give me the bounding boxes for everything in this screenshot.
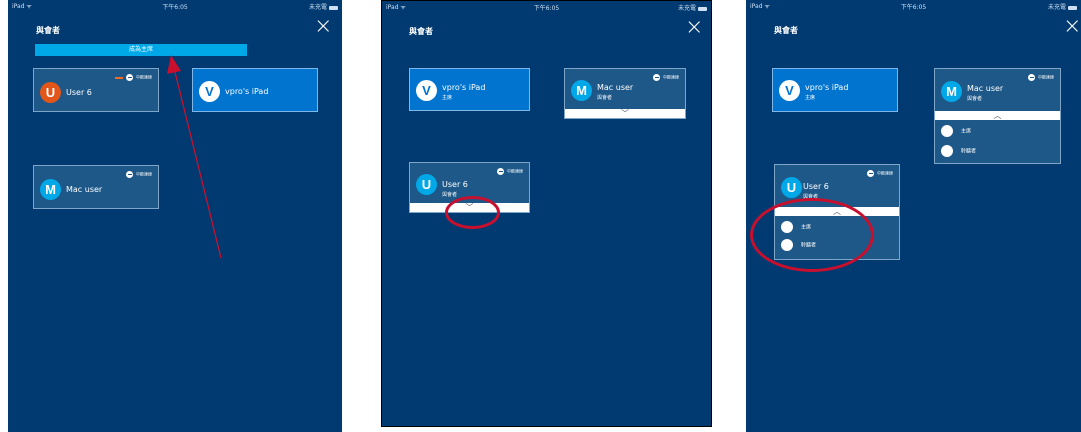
role-option-label: 聆聽者: [961, 148, 977, 155]
participant-card-mac-user[interactable]: 中斷連線 M Mac user 與會者 ﹀: [564, 68, 686, 119]
status-bar: iPad ᯤ 下午6:05 未充電: [386, 3, 707, 12]
dialog-title: 與會者: [774, 26, 798, 35]
status-bar: iPad ᯤ 下午6:05 未充電: [750, 2, 1077, 11]
participant-card-vpro-ipad[interactable]: V vpro's iPad 主席: [409, 68, 530, 111]
avatar: V: [416, 80, 437, 101]
participant-card-mac-user[interactable]: 中斷連線 M Mac user 與會者 ︿ 主席 聆聽者: [934, 68, 1061, 164]
status-battery: 未充電: [678, 3, 707, 12]
battery-icon: [698, 6, 707, 11]
annotation-arrow-head: [167, 55, 181, 74]
participant-role: 主席: [442, 95, 453, 101]
minus-circle-icon: [1028, 74, 1035, 81]
participant-role: 主席: [805, 95, 816, 101]
stop-sharing-button[interactable]: 中斷連線: [1028, 74, 1054, 81]
stop-sharing-label: 中斷連線: [507, 168, 523, 174]
panel-1: iPad ᯤ 下午6:05 未充電 與會者 × 成為主席 中斷連線 U User…: [8, 0, 342, 432]
participant-card-vpro-ipad[interactable]: V vpro's iPad 主席: [772, 68, 898, 112]
dialog-title: 與會者: [409, 27, 433, 36]
collapse-chevron-up-icon[interactable]: ︿: [935, 111, 1060, 120]
avatar: V: [779, 80, 800, 101]
minus-circle-icon: [867, 170, 874, 177]
battery-icon: [1068, 5, 1077, 10]
radio-button[interactable]: [941, 125, 953, 137]
avatar: M: [571, 80, 592, 101]
participant-name: Mac user: [597, 83, 634, 92]
status-carrier: iPad ᯤ: [750, 3, 770, 10]
annotation-circle: [750, 198, 874, 272]
participant-name: vpro's iPad: [805, 83, 849, 92]
status-time: 下午6:05: [533, 5, 560, 12]
minus-circle-icon: [497, 168, 504, 175]
close-icon[interactable]: ×: [1063, 16, 1081, 38]
radio-button[interactable]: [941, 145, 953, 157]
role-option-label: 主席: [961, 128, 972, 135]
avatar: U: [416, 174, 437, 195]
stop-sharing-label: 中斷連線: [663, 74, 679, 80]
annotation-arrow-line: [174, 71, 222, 259]
battery-label: 未充電: [677, 5, 696, 12]
annotation-arrow: [167, 55, 222, 259]
role-option-listener[interactable]: 聆聽者: [941, 145, 976, 157]
status-battery: 未充電: [1048, 2, 1077, 11]
participant-name: vpro's iPad: [442, 83, 486, 92]
role-option-host[interactable]: 主席: [941, 125, 971, 137]
stop-sharing-button[interactable]: 中斷連線: [497, 168, 523, 175]
avatar: M: [941, 81, 962, 102]
participant-role: 與會者: [967, 96, 983, 102]
status-time: 下午6:05: [900, 4, 927, 11]
participant-name: User 6: [442, 180, 468, 189]
avatar: U: [781, 177, 802, 198]
stop-sharing-label: 中斷連線: [877, 170, 893, 176]
status-carrier: iPad ᯤ: [386, 4, 406, 11]
panel-3: iPad ᯤ 下午6:05 未充電 與會者 × V vpro's iPad 主席…: [746, 0, 1081, 432]
stop-sharing-button[interactable]: 中斷連線: [653, 74, 679, 81]
annotation-circle: [445, 196, 500, 229]
participant-name: Mac user: [967, 84, 1004, 93]
battery-label: 未充電: [1047, 4, 1066, 11]
expand-chevron-down-icon[interactable]: ﹀: [565, 109, 685, 118]
minus-circle-icon: [653, 74, 660, 81]
participant-role: 與會者: [597, 95, 613, 101]
stop-sharing-label: 中斷連線: [1038, 74, 1054, 80]
panel-2: iPad ᯤ 下午6:05 未充電 與會者 × V vpro's iPad 主席…: [381, 0, 712, 427]
participant-role: 與會者: [442, 192, 458, 198]
close-icon[interactable]: ×: [685, 17, 703, 39]
participant-name: User 6: [803, 182, 829, 191]
stop-sharing-button[interactable]: 中斷連線: [867, 170, 893, 177]
